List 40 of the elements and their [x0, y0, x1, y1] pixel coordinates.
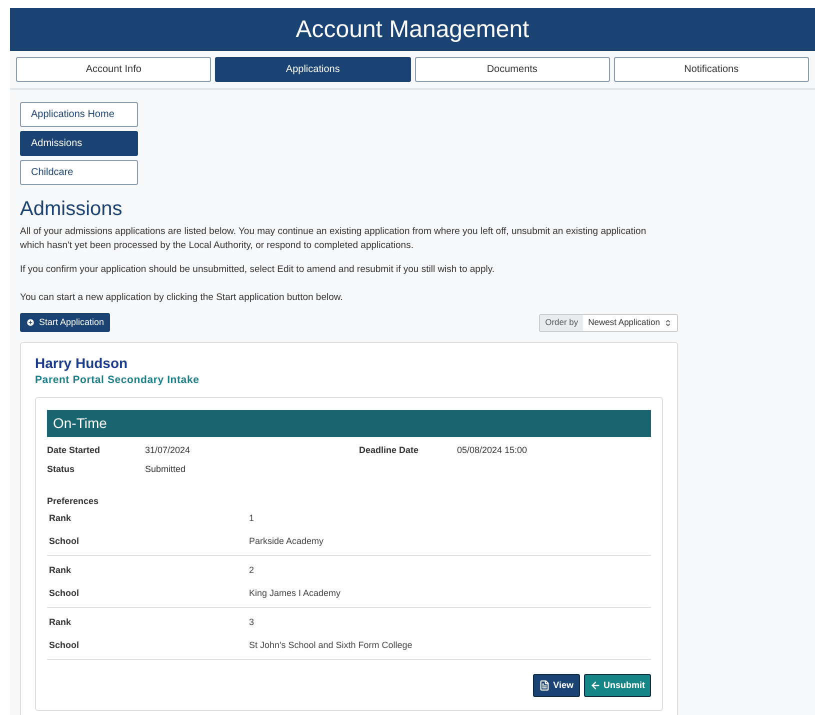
rank-value: 3 — [249, 616, 256, 630]
field-label: Deadline Date — [359, 444, 420, 457]
intro-paragraph: You can start a new application by clicking the Start application button below. — [20, 291, 344, 305]
sidebar-item[interactable]: Applications Home — [20, 102, 138, 127]
page-title: Admissions — [20, 197, 124, 221]
applicant-name: Harry Hudson — [35, 354, 129, 372]
rank-label: Rank — [49, 564, 72, 578]
school-label: School — [49, 586, 80, 600]
view-button[interactable]: View — [533, 674, 580, 698]
field-label: Status — [47, 463, 76, 476]
field-value: 31/07/2024 — [145, 444, 192, 457]
rank-value: 1 — [249, 512, 256, 526]
rank-value: 2 — [249, 564, 256, 578]
unsubmit-button[interactable]: Unsubmit — [584, 674, 651, 698]
preferences-title: Preferences — [47, 494, 100, 508]
field-value: Submitted — [145, 463, 187, 476]
nav-tab[interactable]: Documents — [414, 57, 610, 82]
field-label: Date Started — [47, 444, 102, 457]
start-application-button[interactable]: Start Application — [20, 313, 110, 332]
nav-tab[interactable]: Account Info — [16, 57, 212, 82]
intro-paragraph: If you confirm your application should be unsubmitted, select Edit to amend and resubmit if you still wish to apply. — [20, 263, 496, 277]
field-value: 05/08/2024 15:00 — [457, 444, 528, 457]
rank-label: Rank — [49, 616, 72, 630]
page-header: Account Management — [10, 8, 815, 51]
intake-name: Parent Portal Secondary Intake — [35, 373, 200, 388]
school-value: King James I Academy — [249, 586, 342, 600]
school-value: Parkside Academy — [249, 534, 325, 548]
rank-label: Rank — [49, 512, 72, 526]
document-icon — [539, 680, 550, 692]
intro-paragraph: All of your admissions applications are listed below. You may continue an existing application from where you left off, unsubmit an existing application which hasn't yet been processed by the Local Authority, or respond to completed applications. — [20, 225, 648, 253]
sidebar-item[interactable]: Admissions — [20, 131, 138, 156]
nav-tab[interactable]: Notifications — [614, 57, 809, 82]
status-banner: On-Time — [47, 410, 651, 437]
arrow-left-icon — [590, 680, 600, 692]
school-value: St John's School and Sixth Form College — [249, 638, 414, 652]
school-label: School — [49, 638, 80, 652]
nav-tab[interactable]: Applications — [215, 57, 410, 82]
plus-icon — [26, 318, 35, 327]
sidebar-item[interactable]: Childcare — [20, 160, 138, 185]
school-label: School — [49, 534, 80, 548]
